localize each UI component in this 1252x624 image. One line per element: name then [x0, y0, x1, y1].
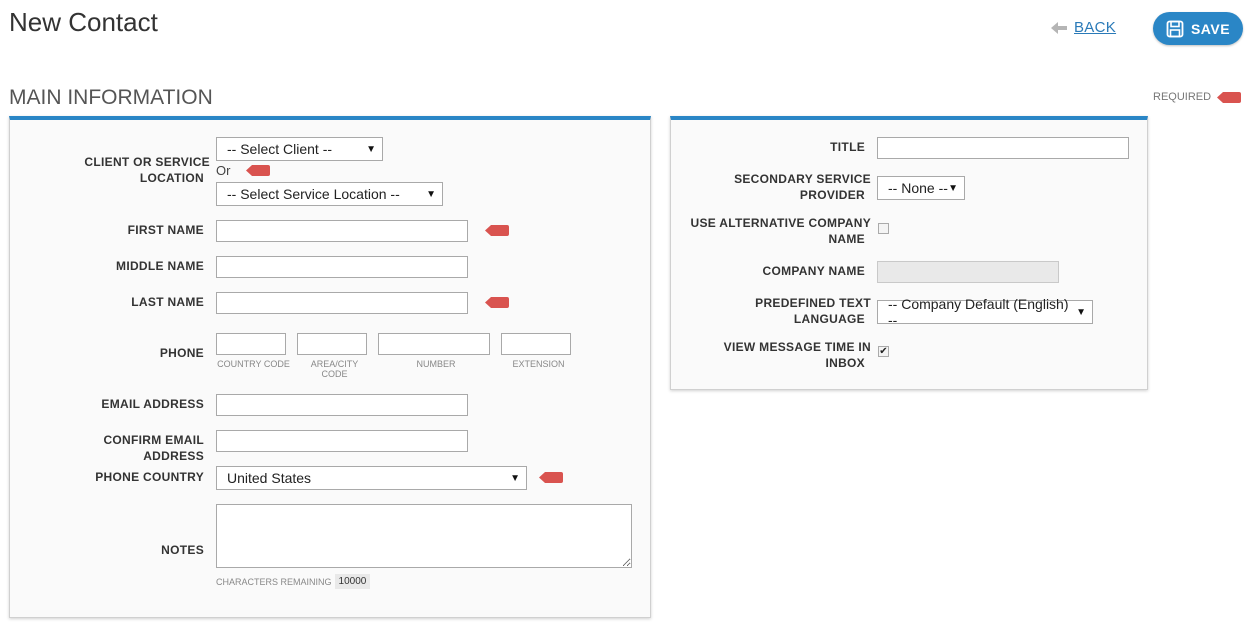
arrow-left-icon: [1051, 21, 1067, 34]
view-msg-line2: INBOX: [825, 356, 865, 370]
extension-caption: EXTENSION: [512, 359, 565, 369]
caret-down-icon: ▼: [510, 472, 520, 484]
select-client-dropdown[interactable]: -- Select Client -- ▼: [216, 137, 383, 161]
alt-company-line1: USE ALTERNATIVE COMPANY: [690, 216, 871, 230]
required-flag-icon: [485, 225, 509, 236]
predefined-line2: LANGUAGE: [793, 312, 865, 326]
phone-country-dropdown[interactable]: United States ▼: [216, 466, 527, 490]
phone-country-value: United States: [227, 470, 312, 486]
confirm-email-label: CONFIRM EMAIL ADDRESS: [103, 433, 204, 463]
phone-label: PHONE: [159, 346, 204, 360]
middle-name-label: MIDDLE NAME: [116, 259, 204, 273]
company-name-input: [877, 261, 1059, 283]
view-message-time-checkbox[interactable]: ✔: [878, 346, 889, 357]
alt-company-line2: NAME: [828, 232, 865, 246]
phone-extension-input[interactable]: [501, 333, 571, 355]
predefined-language-label: PREDEFINED TEXT LANGUAGE: [680, 295, 871, 327]
email-input[interactable]: [216, 394, 468, 416]
number-caption: NUMBER: [416, 359, 456, 369]
phone-country-code-input[interactable]: [216, 333, 286, 355]
company-name-label: COMPANY NAME: [762, 264, 865, 278]
required-legend: REQUIRED: [1153, 91, 1242, 103]
save-label: SAVE: [1190, 20, 1231, 37]
client-label-line1: CLIENT OR SERVICE: [84, 155, 210, 169]
required-flag-icon: [246, 165, 270, 176]
predefined-language-value: -- Company Default (English) --: [888, 296, 1069, 328]
or-text: Or: [216, 163, 231, 178]
secondary-provider-value: -- None --: [888, 180, 948, 196]
phone-number-input[interactable]: [378, 333, 490, 355]
client-or-location-label: CLIENT OR SERVICE LOCATION: [40, 154, 210, 186]
save-button[interactable]: SAVE: [1153, 12, 1243, 45]
secondary-label-line1: SECONDARY SERVICE: [734, 172, 871, 186]
characters-remaining: CHARACTERS REMAINING 10000: [216, 574, 371, 589]
alt-company-checkbox[interactable]: [878, 223, 889, 234]
first-name-input[interactable]: [216, 220, 468, 242]
confirm-email-input[interactable]: [216, 430, 468, 452]
last-name-label: LAST NAME: [131, 295, 204, 309]
required-legend-label: REQUIRED: [1153, 91, 1212, 103]
notes-textarea[interactable]: [216, 504, 632, 568]
checkmark-icon: ✔: [879, 345, 888, 357]
chars-remaining-label: CHARACTERS REMAINING: [216, 576, 332, 587]
required-flag-icon: [1217, 91, 1242, 103]
view-msg-line1: VIEW MESSAGE TIME IN: [723, 340, 871, 354]
country-code-caption: COUNTRY CODE: [217, 359, 290, 369]
select-client-value: -- Select Client --: [227, 141, 333, 157]
phone-area-code-input[interactable]: [297, 333, 367, 355]
middle-name-input[interactable]: [216, 256, 468, 278]
secondary-provider-label: SECONDARY SERVICE PROVIDER: [680, 171, 871, 203]
caret-down-icon: ▼: [426, 188, 436, 200]
area-code-caption-line1: AREA/CITY: [310, 359, 359, 369]
required-flag-icon: [539, 472, 563, 483]
alt-company-label: USE ALTERNATIVE COMPANY NAME: [680, 215, 871, 247]
title-label: TITLE: [830, 140, 865, 154]
chars-remaining-value: 10000: [334, 574, 371, 589]
secondary-label-line2: PROVIDER: [799, 188, 865, 202]
caret-down-icon: ▼: [948, 182, 958, 194]
back-link[interactable]: BACK: [1050, 19, 1116, 36]
notes-label: NOTES: [161, 543, 204, 557]
caret-down-icon: ▼: [1076, 306, 1086, 318]
last-name-input[interactable]: [216, 292, 468, 314]
phone-country-label: PHONE COUNTRY: [95, 470, 204, 484]
required-flag-icon: [485, 297, 509, 308]
select-service-location-dropdown[interactable]: -- Select Service Location -- ▼: [216, 182, 443, 206]
predefined-line1: PREDEFINED TEXT: [755, 296, 871, 310]
area-code-caption-line2: CODE: [321, 369, 348, 379]
back-label: BACK: [1074, 19, 1117, 36]
first-name-label: FIRST NAME: [127, 223, 204, 237]
title-input[interactable]: [877, 137, 1129, 159]
email-label: EMAIL ADDRESS: [101, 397, 204, 411]
caret-down-icon: ▼: [366, 143, 376, 155]
view-message-time-label: VIEW MESSAGE TIME IN INBOX: [680, 339, 871, 371]
predefined-language-dropdown[interactable]: -- Company Default (English) -- ▼: [877, 296, 1093, 328]
secondary-provider-dropdown[interactable]: -- None -- ▼: [877, 176, 965, 200]
page-title: New Contact: [9, 7, 158, 37]
area-code-caption: AREA/CITY CODE: [297, 359, 372, 379]
section-title: MAIN INFORMATION: [9, 86, 213, 109]
select-location-value: -- Select Service Location --: [227, 186, 400, 202]
client-label-line2: LOCATION: [139, 171, 204, 185]
floppy-disk-icon: [1166, 20, 1184, 37]
